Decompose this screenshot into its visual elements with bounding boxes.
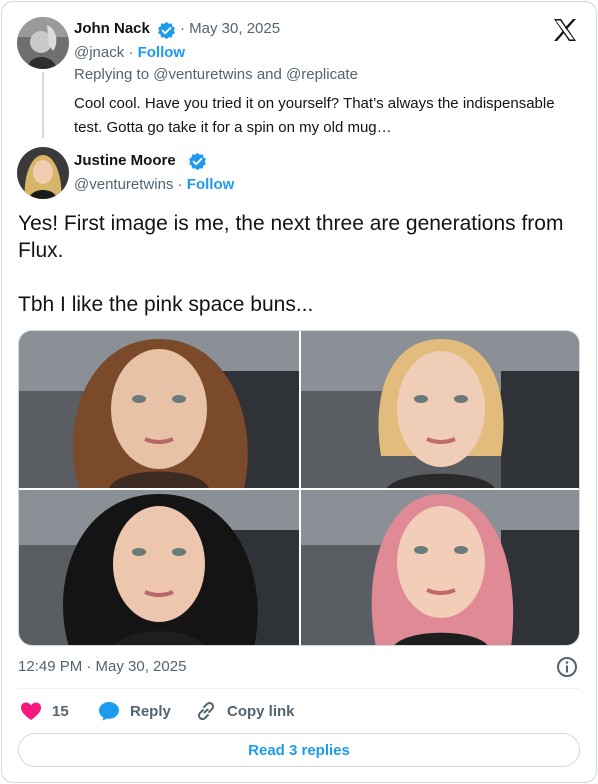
- verified-badge-icon: [158, 21, 175, 40]
- read-replies-button[interactable]: Read 3 replies: [18, 733, 580, 767]
- parent-date[interactable]: · May 30, 2025: [180, 20, 280, 37]
- link-icon: [197, 701, 215, 721]
- tweet-embed-card: John Nack · May 30, 2025 @jnack · Follow…: [1, 1, 597, 783]
- main-handle[interactable]: @venturetwins: [74, 176, 173, 193]
- follow-button-main[interactable]: Follow: [187, 176, 235, 193]
- copy-link-button[interactable]: Copy link: [195, 700, 295, 722]
- x-logo-icon[interactable]: [552, 18, 578, 42]
- follow-button-parent[interactable]: Follow: [138, 44, 186, 61]
- parent-handle[interactable]: @jnack: [74, 44, 124, 61]
- main-tweet-line-2: Tbh I like the pink space buns...: [18, 293, 314, 316]
- media-image-2[interactable]: [301, 331, 579, 488]
- info-icon[interactable]: [556, 656, 578, 678]
- main-tweet-text: Yes! First image is me, the next three a…: [18, 210, 584, 318]
- media-image-3[interactable]: [19, 490, 299, 645]
- like-button[interactable]: 15: [20, 700, 69, 722]
- like-count: 15: [52, 702, 69, 720]
- main-author-name[interactable]: Justine Moore: [74, 152, 176, 169]
- reply-bubble-icon: [99, 702, 119, 721]
- copy-link-label: Copy link: [227, 702, 295, 720]
- replying-to-text: Replying to @venturetwins and @replicate: [74, 66, 358, 83]
- reply-label: Reply: [130, 702, 171, 720]
- heart-icon: [21, 702, 41, 720]
- media-grid: [18, 330, 580, 646]
- main-tweet-line-1: Yes! First image is me, the next three a…: [18, 212, 564, 262]
- media-image-4[interactable]: [301, 490, 579, 645]
- reply-button[interactable]: Reply: [98, 700, 171, 722]
- avatar-john-nack[interactable]: [17, 17, 69, 69]
- tweet-timestamp[interactable]: 12:49 PM · May 30, 2025: [18, 658, 186, 675]
- parent-handle-row: @jnack · Follow: [74, 44, 186, 61]
- divider: [18, 688, 580, 689]
- media-image-1[interactable]: [19, 331, 299, 488]
- avatar-justine-moore[interactable]: [17, 147, 69, 199]
- main-handle-row: @venturetwins · Follow: [74, 176, 235, 193]
- parent-author-name[interactable]: John Nack: [74, 20, 150, 37]
- parent-tweet-text: Cool cool. Have you tried it on yourself…: [74, 95, 555, 136]
- verified-badge-icon: [189, 152, 206, 171]
- thread-connector-line: [42, 72, 44, 138]
